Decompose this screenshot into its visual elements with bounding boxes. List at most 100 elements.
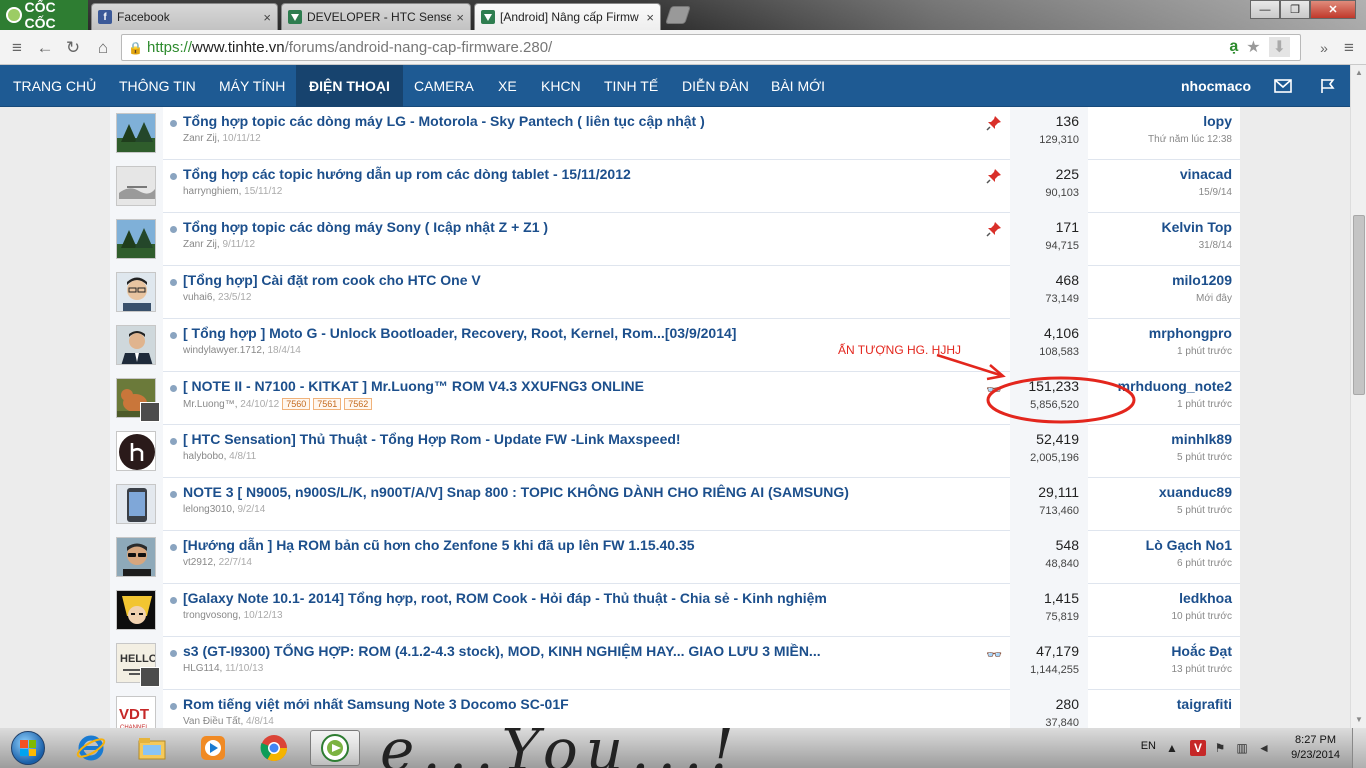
avatar[interactable] bbox=[116, 590, 156, 630]
last-post-time[interactable]: 31/8/14 bbox=[1199, 240, 1232, 251]
volume-icon[interactable]: ◄ bbox=[1256, 740, 1272, 756]
avatar[interactable] bbox=[116, 166, 156, 206]
nav-item-tinh-te[interactable]: TINH TẾ bbox=[591, 65, 671, 107]
thread-title[interactable]: [ Tổng hợp ] Moto G - Unlock Bootloader,… bbox=[183, 325, 736, 341]
thread-row[interactable]: [ NOTE II - N7100 - KITKAT ] Mr.Luong™ R… bbox=[110, 372, 1240, 425]
thread-title[interactable]: Rom tiếng việt mới nhất Samsung Note 3 D… bbox=[183, 696, 569, 712]
last-post-user[interactable]: milo1209 bbox=[1172, 272, 1232, 288]
avatar[interactable] bbox=[116, 272, 156, 312]
thread-author[interactable]: harrynghiem bbox=[183, 186, 239, 197]
last-post-time[interactable]: 1 phút trước bbox=[1177, 399, 1232, 410]
thread-title[interactable]: [ HTC Sensation] Thủ Thuật - Tổng Hợp Ro… bbox=[183, 431, 681, 447]
thread-row[interactable]: NOTE 3 [ N9005, n900S/L/K, n900T/A/V] Sn… bbox=[110, 478, 1240, 531]
thread-author[interactable]: halybobo bbox=[183, 451, 224, 462]
menu-icon[interactable]: ≡ bbox=[6, 37, 28, 59]
thread-row[interactable]: [Galaxy Note 10.1- 2014] Tổng hợp, root,… bbox=[110, 584, 1240, 637]
thread-author[interactable]: vt2912 bbox=[183, 557, 213, 568]
thread-title[interactable]: Tổng hợp topic các dòng máy Sony ( Icập … bbox=[183, 219, 548, 235]
action-center-flag-icon[interactable]: ⚑ bbox=[1212, 740, 1228, 756]
nav-item-dien-thoai[interactable]: ĐIỆN THOẠI bbox=[296, 65, 403, 107]
thread-row[interactable]: VDT CHANNEL Rom tiếng việt mới nhất Samsun… bbox=[110, 690, 1240, 728]
tab-close-icon[interactable]: × bbox=[263, 10, 271, 25]
last-post-time[interactable]: 13 phút trước bbox=[1171, 664, 1232, 675]
browser-brand-button[interactable]: CỐC CỐC bbox=[0, 0, 88, 30]
thread-title[interactable]: [Galaxy Note 10.1- 2014] Tổng hợp, root,… bbox=[183, 590, 827, 606]
coccoc-browser-icon[interactable] bbox=[310, 730, 360, 766]
last-post-user[interactable]: taigrafiti bbox=[1177, 696, 1232, 712]
scrollbar-thumb[interactable] bbox=[1353, 215, 1365, 395]
avatar[interactable] bbox=[116, 431, 156, 471]
last-post-time[interactable]: 10 phút trước bbox=[1171, 611, 1232, 622]
avatar[interactable] bbox=[116, 537, 156, 577]
nav-item-trang-chu[interactable]: TRANG CHỦ bbox=[0, 65, 109, 107]
media-player-icon[interactable] bbox=[188, 730, 238, 766]
translate-icon[interactable]: ạ bbox=[1229, 38, 1238, 56]
thread-row[interactable]: HELLO s3 (GT-I9300) TỔNG HỢP: ROM (4.1.2-… bbox=[110, 637, 1240, 690]
thread-row[interactable]: [ Tổng hợp ] Moto G - Unlock Bootloader,… bbox=[110, 319, 1240, 372]
last-post-time[interactable]: 5 phút trước bbox=[1177, 505, 1232, 516]
last-post-user[interactable]: xuanduc89 bbox=[1159, 484, 1232, 500]
thread-author[interactable]: HLG114 bbox=[183, 663, 220, 674]
thread-author[interactable]: Van Điều Tất bbox=[183, 716, 240, 727]
address-bar[interactable]: 🔒 https:// www.tinhte.vn /forums/android… bbox=[121, 34, 1301, 61]
page-link[interactable]: 7561 bbox=[313, 398, 342, 410]
flag-icon[interactable] bbox=[1318, 77, 1338, 94]
nav-item-xe[interactable]: XE bbox=[485, 65, 530, 107]
tab-facebook[interactable]: f Facebook × bbox=[91, 3, 278, 30]
page-scrollbar[interactable]: ▲ ▼ bbox=[1350, 65, 1366, 728]
last-post-user[interactable]: Lò Gạch No1 bbox=[1146, 537, 1232, 553]
thread-title[interactable]: Tổng hợp các topic hướng dẫn up rom các … bbox=[183, 166, 631, 182]
system-clock[interactable]: 8:27 PM 9/23/2014 bbox=[1291, 733, 1340, 763]
tab-close-icon[interactable]: × bbox=[456, 10, 464, 25]
thread-author[interactable]: Zanr Zij bbox=[183, 133, 217, 144]
last-post-time[interactable]: 6 phút trước bbox=[1177, 558, 1232, 569]
thread-title[interactable]: [Tổng hợp] Cài đặt rom cook cho HTC One … bbox=[183, 272, 481, 288]
last-post-time[interactable]: 15/9/14 bbox=[1199, 187, 1232, 198]
thread-row[interactable]: [Tổng hợp] Cài đặt rom cook cho HTC One … bbox=[110, 266, 1240, 319]
start-button[interactable] bbox=[3, 729, 53, 767]
avatar[interactable] bbox=[116, 484, 156, 524]
nav-item-dien-dan[interactable]: DIỄN ĐÀN bbox=[669, 65, 762, 107]
avatar[interactable] bbox=[116, 219, 156, 259]
thread-author[interactable]: Mr.Luong™ bbox=[183, 399, 235, 410]
thread-author[interactable]: Zanr Zij bbox=[183, 239, 217, 250]
thread-row[interactable]: [ HTC Sensation] Thủ Thuật - Tổng Hợp Ro… bbox=[110, 425, 1240, 478]
last-post-time[interactable]: 1 phút trước bbox=[1177, 346, 1232, 357]
star-icon[interactable]: ★ bbox=[1246, 37, 1260, 57]
thread-row[interactable]: Tổng hợp topic các dòng máy LG - Motorol… bbox=[110, 107, 1240, 160]
last-post-user[interactable]: mrhduong_note2 bbox=[1118, 378, 1232, 394]
last-poster-avatar[interactable] bbox=[140, 667, 160, 687]
last-post-time[interactable]: Thứ năm lúc 12:38 bbox=[1148, 134, 1232, 145]
show-hidden-icons-icon[interactable]: ▲ bbox=[1164, 740, 1180, 756]
last-post-time[interactable]: 5 phút trước bbox=[1177, 452, 1232, 463]
last-poster-avatar[interactable] bbox=[140, 402, 160, 422]
back-arrow-icon[interactable]: ← bbox=[34, 37, 56, 59]
page-link[interactable]: 7560 bbox=[282, 398, 311, 410]
close-window-button[interactable]: ✕ bbox=[1310, 0, 1356, 19]
antivirus-icon[interactable]: V bbox=[1190, 740, 1206, 756]
maximize-button[interactable]: ❐ bbox=[1280, 0, 1310, 19]
page-link[interactable]: 7562 bbox=[344, 398, 373, 410]
scroll-up-icon[interactable]: ▲ bbox=[1354, 68, 1364, 78]
thread-row[interactable]: Tổng hợp các topic hướng dẫn up rom các … bbox=[110, 160, 1240, 213]
download-icon[interactable]: ⬇ bbox=[1268, 37, 1290, 57]
more-icon[interactable]: » bbox=[1313, 37, 1335, 59]
mail-icon[interactable] bbox=[1273, 77, 1293, 94]
home-icon[interactable]: ⌂ bbox=[92, 37, 114, 59]
nav-item-bai-moi[interactable]: BÀI MỚI bbox=[758, 65, 838, 107]
thread-author[interactable]: trongvosong bbox=[183, 610, 238, 621]
tab-android-firmware[interactable]: [Android] Nâng cấp Firmw × bbox=[474, 3, 661, 30]
nav-item-khcn[interactable]: KHCN bbox=[528, 65, 594, 107]
thread-title[interactable]: s3 (GT-I9300) TỔNG HỢP: ROM (4.1.2-4.3 s… bbox=[183, 643, 821, 659]
nav-item-thong-tin[interactable]: THÔNG TIN bbox=[106, 65, 209, 107]
language-indicator[interactable]: EN bbox=[1141, 740, 1156, 752]
nav-item-camera[interactable]: CAMERA bbox=[401, 65, 487, 107]
minimize-button[interactable]: — bbox=[1250, 0, 1280, 19]
nav-item-may-tinh[interactable]: MÁY TÍNH bbox=[206, 65, 298, 107]
last-post-user[interactable]: vinacad bbox=[1180, 166, 1232, 182]
thread-title[interactable]: [Hướng dẫn ] Hạ ROM bản cũ hơn cho Zenfo… bbox=[183, 537, 695, 553]
settings-menu-icon[interactable]: ≡ bbox=[1338, 37, 1360, 59]
thread-author[interactable]: lelong3010 bbox=[183, 504, 232, 515]
reload-icon[interactable]: ↻ bbox=[62, 37, 84, 59]
show-desktop-button[interactable] bbox=[1352, 728, 1366, 768]
